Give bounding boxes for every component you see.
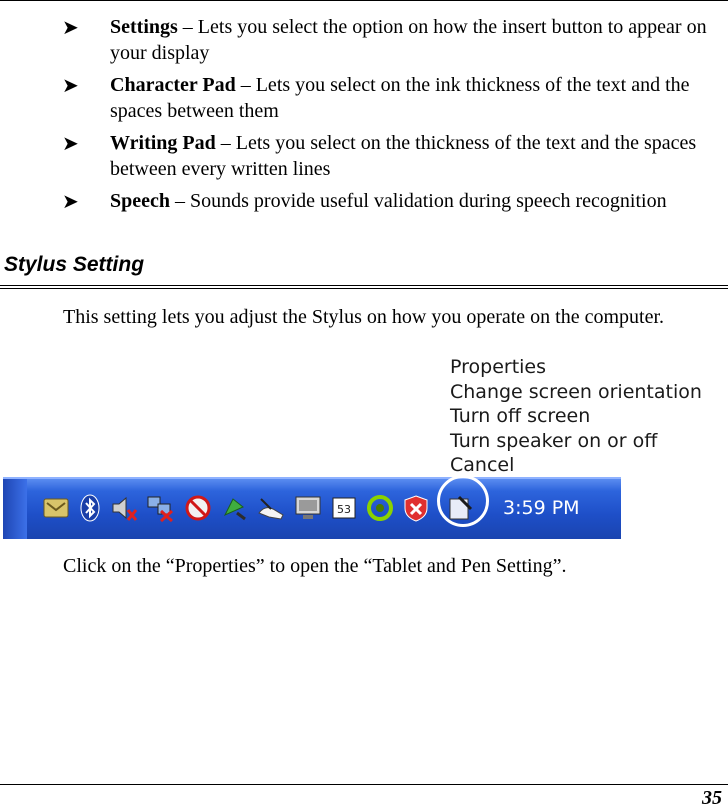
list-item: ➤ Speech – Sounds provide useful validat… [0,188,728,214]
feature-list: ➤ Settings – Lets you select the option … [0,14,728,220]
bullet-term: Writing Pad [110,132,216,154]
recycle-icon[interactable] [365,493,395,523]
bullet-text: – Sounds provide useful validation durin… [170,190,667,212]
svg-text:53: 53 [337,503,351,516]
arrow-bullet-icon: ➤ [62,15,79,39]
speaker-muted-icon[interactable] [109,493,139,523]
list-item: ➤ Settings – Lets you select the option … [0,14,728,66]
top-rule [0,0,728,1]
footer-rule [0,784,728,785]
section-heading: Stylus Setting [4,253,145,276]
menu-item-properties[interactable]: Properties [442,355,728,380]
network-folder-icon[interactable] [41,493,71,523]
pen-hand-icon[interactable] [255,493,285,523]
bullet-term: Character Pad [110,74,236,96]
network-disconnected-icon[interactable] [145,493,175,523]
heading-divider [0,285,728,289]
bullet-term: Speech [110,190,170,212]
menu-item-change-orientation[interactable]: Change screen orientation [442,380,728,405]
tray-clock[interactable]: 3:59 PM [503,497,580,519]
list-item: ➤ Writing Pad – Lets you select on the t… [0,130,728,182]
bullet-term: Settings [110,16,178,38]
section-paragraph: This setting lets you adjust the Stylus … [63,306,665,328]
caption: Click on the “Properties” to open the “T… [63,555,567,577]
arrow-bullet-icon: ➤ [62,73,79,97]
security-shield-icon[interactable] [401,493,431,523]
taskbar-tray: 53 3:59 PM [3,477,621,539]
list-item: ➤ Character Pad – Lets you select on the… [0,72,728,124]
arrow-bullet-icon: ➤ [62,131,79,155]
context-menu: Properties Change screen orientation Tur… [442,355,728,478]
menu-item-turn-speaker[interactable]: Turn speaker on or off [442,429,728,454]
menu-item-turn-off-screen[interactable]: Turn off screen [442,404,728,429]
arrow-bullet-icon: ➤ [62,189,79,213]
tray-separator [3,479,27,539]
bluetooth-icon[interactable] [75,493,105,523]
bullet-text: – Lets you select the option on how the … [110,16,707,64]
highlight-circle [437,475,489,527]
display-icon[interactable] [293,493,323,523]
no-entry-icon[interactable] [183,493,213,523]
media-icon[interactable]: 53 [329,493,359,523]
page-number: 35 [702,787,722,809]
menu-item-cancel[interactable]: Cancel [442,453,728,478]
safely-remove-hardware-icon[interactable] [219,493,249,523]
